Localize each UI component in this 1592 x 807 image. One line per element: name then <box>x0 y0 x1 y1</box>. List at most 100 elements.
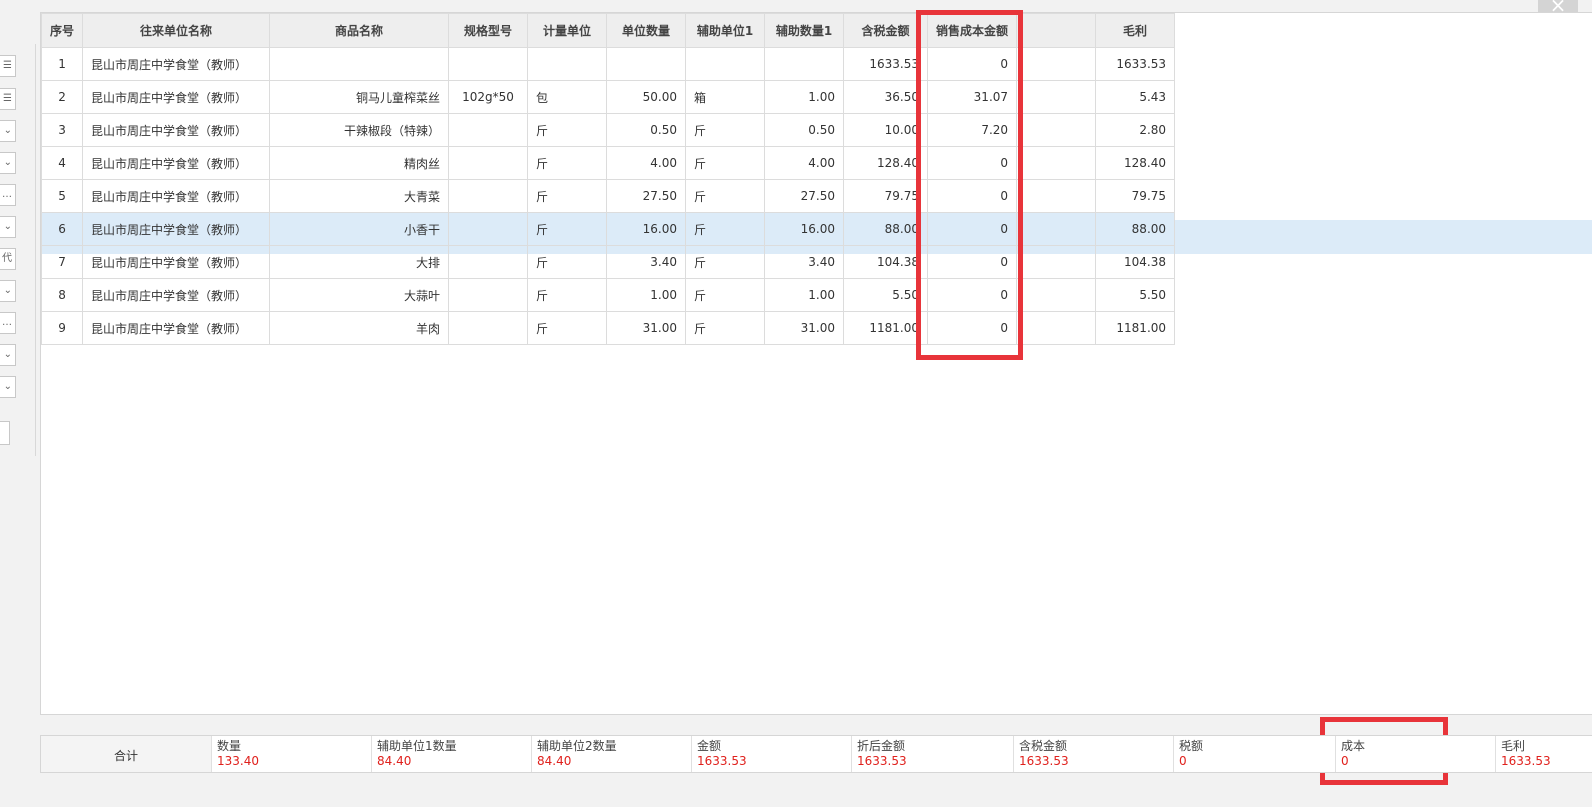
cell-spec[interactable] <box>448 146 529 180</box>
cell-product[interactable]: 小香干 <box>269 212 450 246</box>
cell-seq[interactable]: 3 <box>40 113 84 147</box>
col-header-aux-qty[interactable]: 辅助数量1 <box>764 13 845 48</box>
cell-product[interactable]: 大蒜叶 <box>269 278 450 312</box>
cell-product[interactable]: 精肉丝 <box>269 146 450 180</box>
cell-qty[interactable]: 16.00 <box>606 212 687 246</box>
cell-amount[interactable]: 79.75 <box>843 179 929 213</box>
cell-spec[interactable] <box>448 278 529 312</box>
cell-aux-qty[interactable] <box>764 47 845 81</box>
cell-aux-qty[interactable]: 1.00 <box>764 278 845 312</box>
cell-seq[interactable]: 2 <box>40 80 84 114</box>
left-form-control[interactable]: … <box>0 184 16 206</box>
cell-qty[interactable]: 50.00 <box>606 80 687 114</box>
cell-gross-profit[interactable]: 128.40 <box>1095 146 1176 180</box>
table-row[interactable]: 1 昆山市周庄中学食堂（教师） 1633.53 0 1633.53 <box>40 47 1176 81</box>
cell-spec[interactable] <box>448 47 529 81</box>
cell-aux-qty[interactable]: 0.50 <box>764 113 845 147</box>
left-form-control[interactable]: ⌄ <box>0 280 16 302</box>
col-header-cost[interactable]: 销售成本金额 <box>927 13 1018 48</box>
cell-aux-unit[interactable]: 箱 <box>685 80 766 114</box>
cell-product[interactable]: 干辣椒段（特辣） <box>269 113 450 147</box>
cell-customer[interactable]: 昆山市周庄中学食堂（教师） <box>82 212 271 246</box>
cell-product[interactable] <box>269 47 450 81</box>
cell-spec[interactable] <box>448 179 529 213</box>
cell-gross-profit[interactable]: 5.50 <box>1095 278 1176 312</box>
cell-aux-unit[interactable]: 斤 <box>685 113 766 147</box>
col-header-product[interactable]: 商品名称 <box>269 13 450 48</box>
col-header-gross-profit[interactable]: 毛利 <box>1095 13 1176 48</box>
cell-unit[interactable]: 斤 <box>527 146 608 180</box>
cell-amount[interactable]: 128.40 <box>843 146 929 180</box>
left-form-control[interactable]: ⌄ <box>0 120 16 142</box>
cell-aux-unit[interactable]: 斤 <box>685 245 766 279</box>
cell-cost[interactable]: 0 <box>927 278 1018 312</box>
cell-amount[interactable]: 1633.53 <box>843 47 929 81</box>
cell-cost[interactable]: 0 <box>927 245 1018 279</box>
cell-blank[interactable] <box>1016 179 1097 213</box>
left-form-button[interactable] <box>0 421 10 445</box>
cell-cost[interactable]: 0 <box>927 146 1018 180</box>
table-row[interactable]: 7 昆山市周庄中学食堂（教师） 大排斤 3.40 斤 3.40 104.38 0 104.38 <box>40 245 1176 279</box>
col-header-unit[interactable]: 计量单位 <box>527 13 608 48</box>
cell-spec[interactable]: 102g*50 <box>448 80 529 114</box>
cell-gross-profit[interactable]: 104.38 <box>1095 245 1176 279</box>
cell-unit[interactable]: 斤 <box>527 179 608 213</box>
cell-seq[interactable]: 1 <box>40 47 84 81</box>
cell-aux-qty[interactable]: 4.00 <box>764 146 845 180</box>
left-form-control[interactable]: ⌄ <box>0 216 16 238</box>
cell-aux-qty[interactable]: 27.50 <box>764 179 845 213</box>
cell-blank[interactable] <box>1016 113 1097 147</box>
cell-spec[interactable] <box>448 113 529 147</box>
cell-gross-profit[interactable]: 5.43 <box>1095 80 1176 114</box>
cell-qty[interactable]: 0.50 <box>606 113 687 147</box>
cell-blank[interactable] <box>1016 278 1097 312</box>
cell-unit[interactable]: 斤 <box>527 278 608 312</box>
cell-gross-profit[interactable]: 79.75 <box>1095 179 1176 213</box>
cell-blank[interactable] <box>1016 245 1097 279</box>
cell-aux-unit[interactable] <box>685 47 766 81</box>
cell-blank[interactable] <box>1016 212 1097 246</box>
cell-aux-qty[interactable]: 31.00 <box>764 311 845 345</box>
cell-qty[interactable]: 3.40 <box>606 245 687 279</box>
table-row[interactable]: 3 昆山市周庄中学食堂（教师） 干辣椒段（特辣）斤 0.50 斤 0.50 10.00 7.2… <box>40 113 1176 147</box>
cell-amount[interactable]: 1181.00 <box>843 311 929 345</box>
cell-unit[interactable]: 斤 <box>527 212 608 246</box>
cell-seq[interactable]: 6 <box>40 212 84 246</box>
table-row[interactable]: 6 昆山市周庄中学食堂（教师） 小香干斤 16.00 斤 16.00 88.00 0 88.00 <box>40 212 1176 246</box>
col-header-seq[interactable]: 序号 <box>40 13 84 48</box>
cell-seq[interactable]: 4 <box>40 146 84 180</box>
cell-product[interactable]: 羊肉 <box>269 311 450 345</box>
col-header-amount[interactable]: 含税金额 <box>843 13 929 48</box>
cell-seq[interactable]: 5 <box>40 179 84 213</box>
cell-unit[interactable]: 斤 <box>527 113 608 147</box>
cell-product[interactable]: 铜马儿童榨菜丝 <box>269 80 450 114</box>
cell-amount[interactable]: 104.38 <box>843 245 929 279</box>
cell-customer[interactable]: 昆山市周庄中学食堂（教师） <box>82 47 271 81</box>
left-form-control[interactable]: ☰ <box>0 88 16 110</box>
cell-qty[interactable]: 1.00 <box>606 278 687 312</box>
cell-amount[interactable]: 88.00 <box>843 212 929 246</box>
cell-aux-unit[interactable]: 斤 <box>685 212 766 246</box>
left-form-control[interactable]: 代 <box>0 248 16 270</box>
left-form-control[interactable]: ⌄ <box>0 152 16 174</box>
cell-aux-qty[interactable]: 1.00 <box>764 80 845 114</box>
cell-qty[interactable]: 27.50 <box>606 179 687 213</box>
cell-blank[interactable] <box>1016 80 1097 114</box>
left-form-control[interactable]: ⌄ <box>0 376 16 398</box>
cell-cost[interactable]: 0 <box>927 179 1018 213</box>
cell-aux-unit[interactable]: 斤 <box>685 311 766 345</box>
table-row[interactable]: 4 昆山市周庄中学食堂（教师） 精肉丝斤 4.00 斤 4.00 128.40 0 128.40 <box>40 146 1176 180</box>
col-header-spec[interactable]: 规格型号 <box>448 13 529 48</box>
cell-aux-qty[interactable]: 3.40 <box>764 245 845 279</box>
table-row[interactable]: 5 昆山市周庄中学食堂（教师） 大青菜斤 27.50 斤 27.50 79.75 0 79.75 <box>40 179 1176 213</box>
cell-aux-unit[interactable]: 斤 <box>685 278 766 312</box>
left-form-control[interactable]: ⌄ <box>0 344 16 366</box>
cell-customer[interactable]: 昆山市周庄中学食堂（教师） <box>82 113 271 147</box>
col-header-qty[interactable]: 单位数量 <box>606 13 687 48</box>
cell-amount[interactable]: 5.50 <box>843 278 929 312</box>
cell-customer[interactable]: 昆山市周庄中学食堂（教师） <box>82 80 271 114</box>
left-form-control[interactable]: … <box>0 312 16 334</box>
col-header-aux-unit[interactable]: 辅助单位1 <box>685 13 766 48</box>
col-header-customer[interactable]: 往来单位名称 <box>82 13 271 48</box>
cell-blank[interactable] <box>1016 47 1097 81</box>
